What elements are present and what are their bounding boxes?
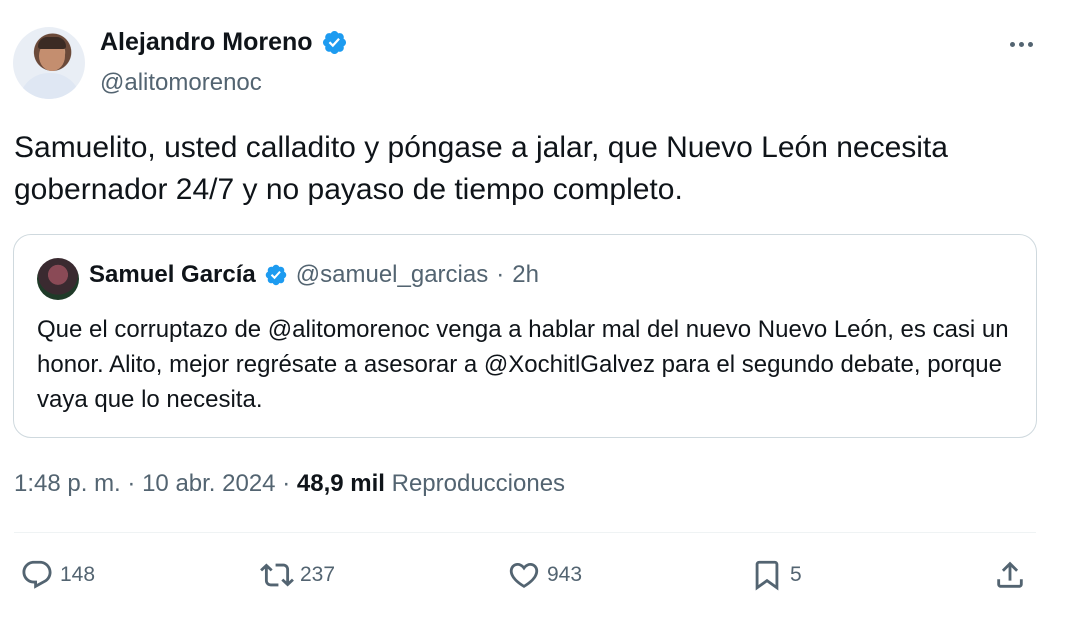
- like-button[interactable]: 943: [507, 558, 582, 592]
- author-handle[interactable]: @alitomorenoc: [100, 69, 262, 97]
- quoted-separator: ·: [496, 261, 505, 288]
- bookmark-button[interactable]: 5: [750, 558, 802, 592]
- author-avatar[interactable]: [13, 27, 85, 99]
- meta-separator: ·: [282, 470, 291, 497]
- like-count: 943: [547, 563, 583, 586]
- bookmark-icon: [755, 560, 779, 591]
- quoted-tweet-text: Que el corruptazo de @alitomorenoc venga…: [37, 316, 1009, 413]
- tweet-date[interactable]: 10 abr. 2024: [142, 470, 275, 497]
- quoted-tweet-card[interactable]: Samuel García @samuel_garcias · 2h Que e…: [13, 234, 1037, 438]
- tweet-meta: 1:48 p. m. · 10 abr. 2024 · 48,9 mil Rep…: [14, 470, 565, 498]
- views-label: Reproducciones: [391, 470, 566, 497]
- tweet-text: Samuelito, usted calladito y póngase a j…: [14, 131, 948, 206]
- quoted-verified-badge-icon: [265, 264, 287, 286]
- more-options-icon[interactable]: [1004, 32, 1038, 56]
- quoted-header: Samuel García @samuel_garcias · 2h: [89, 261, 539, 289]
- heart-icon: [509, 562, 539, 588]
- verified-badge-icon: [322, 30, 346, 55]
- tweet-page: Alejandro Moreno @alitomorenoc Samuelito…: [0, 0, 1082, 620]
- tweet-time[interactable]: 1:48 p. m.: [14, 470, 121, 497]
- share-button[interactable]: [993, 558, 1027, 592]
- quoted-author-handle[interactable]: @samuel_garcias: [296, 261, 488, 289]
- action-bar: 148 237 943 5: [0, 552, 1082, 602]
- repost-count: 237: [300, 563, 336, 586]
- repost-button[interactable]: 237: [260, 558, 335, 592]
- reply-button[interactable]: 148: [20, 558, 95, 592]
- author-name[interactable]: Alejandro Moreno: [100, 28, 313, 57]
- author-name-row: Alejandro Moreno: [100, 28, 348, 57]
- quoted-author-name[interactable]: Samuel García: [89, 261, 256, 289]
- meta-separator: ·: [127, 470, 136, 497]
- reply-count: 148: [60, 563, 96, 586]
- repost-icon: [260, 563, 294, 587]
- views-count: 48,9 mil: [296, 470, 385, 497]
- quoted-timestamp[interactable]: 2h: [512, 261, 539, 289]
- bookmark-count: 5: [790, 563, 802, 586]
- reply-icon: [22, 560, 52, 589]
- quoted-author-avatar[interactable]: [37, 258, 79, 300]
- share-icon: [997, 561, 1023, 588]
- divider: [14, 532, 1036, 533]
